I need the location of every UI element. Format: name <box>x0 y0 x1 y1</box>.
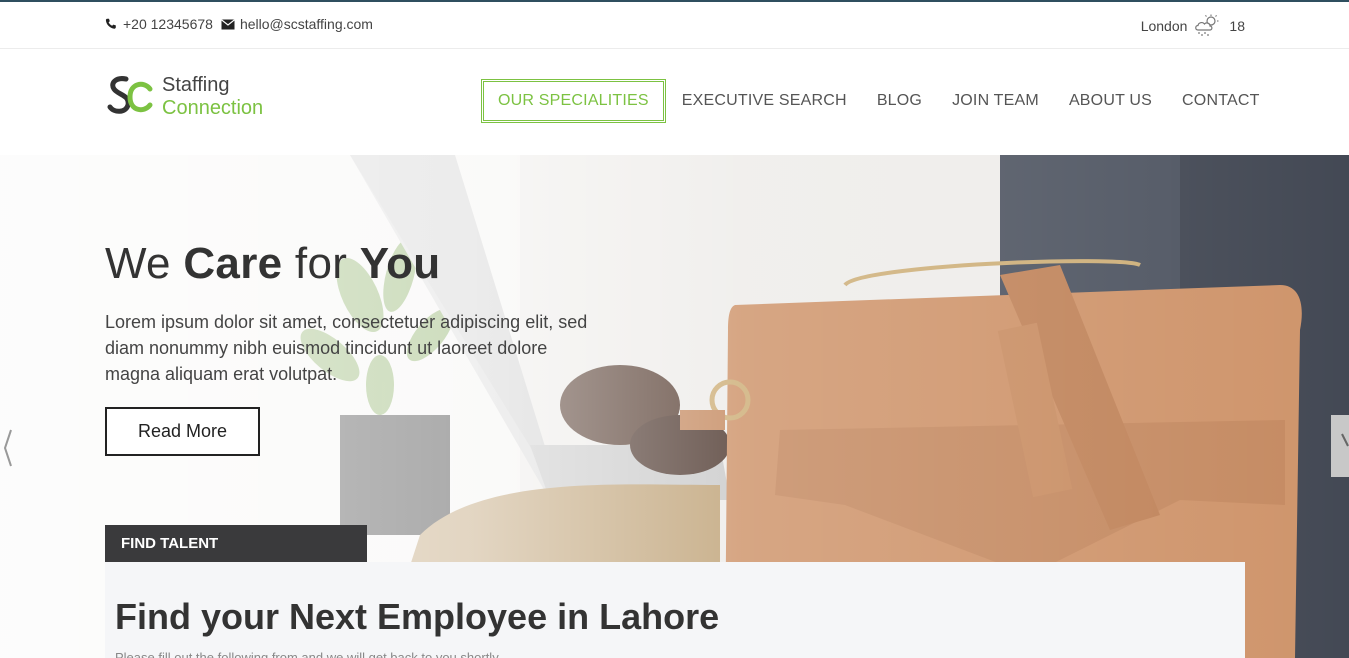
find-talent-subtitle: Please fill out the following from and w… <box>115 650 499 658</box>
read-more-button[interactable]: Read More <box>105 407 260 456</box>
email-link[interactable]: hello@scstaffing.com <box>221 16 373 32</box>
chevron-left-icon <box>3 429 12 467</box>
slider-prev-button[interactable] <box>0 417 18 479</box>
phone-link[interactable]: +20 12345678 <box>104 16 213 32</box>
contact-info: +20 12345678 hello@scstaffing.com <box>104 16 381 32</box>
hero-title-we: We <box>105 239 184 288</box>
hero-title-you: You <box>359 239 441 288</box>
site-logo[interactable]: Staffing Connection <box>106 73 263 121</box>
nav-executive-search[interactable]: EXECUTIVE SEARCH <box>682 79 847 123</box>
logo-wordmark: Staffing Connection <box>162 74 263 120</box>
rain-cloud-icon <box>1193 14 1221 38</box>
main-nav: OUR SPECIALITIES EXECUTIVE SEARCH BLOG J… <box>481 79 1260 123</box>
nav-about-us[interactable]: ABOUT US <box>1069 79 1152 123</box>
weather-widget: London 18 <box>1141 14 1245 38</box>
nav-blog[interactable]: BLOG <box>877 79 922 123</box>
phone-number: +20 12345678 <box>123 16 213 32</box>
chevron-right-icon <box>1341 433 1349 447</box>
phone-icon <box>104 17 118 31</box>
hero-title: We Care for You <box>105 239 440 289</box>
hero-title-for: for <box>282 239 360 288</box>
hero-slider: We Care for You Lorem ipsum dolor sit am… <box>0 155 1349 658</box>
find-talent-panel: Find your Next Employee in Lahore Please… <box>105 562 1245 658</box>
logo-line-1: Staffing <box>162 74 230 96</box>
nav-contact[interactable]: CONTACT <box>1182 79 1260 123</box>
email-address: hello@scstaffing.com <box>239 16 373 32</box>
envelope-icon <box>221 17 235 31</box>
hero-title-care: Care <box>183 239 283 288</box>
find-talent-title: Find your Next Employee in Lahore <box>115 596 720 637</box>
weather-city: London <box>1140 18 1188 34</box>
site-header: Staffing Connection OUR SPECIALITIES EXE… <box>0 49 1349 155</box>
tab-find-talent[interactable]: FIND TALENT <box>105 525 367 562</box>
top-bar: +20 12345678 hello@scstaffing.com London… <box>0 0 1349 49</box>
nav-our-specialities[interactable]: OUR SPECIALITIES <box>481 79 666 123</box>
sc-logo-mark <box>107 76 153 114</box>
weather-temperature: 18 <box>1229 18 1245 34</box>
hero-description: Lorem ipsum dolor sit amet, consectetuer… <box>105 312 588 384</box>
slider-next-button[interactable] <box>1331 415 1349 477</box>
logo-line-2: Connection <box>162 97 264 119</box>
nav-join-team[interactable]: JOIN TEAM <box>952 79 1039 123</box>
